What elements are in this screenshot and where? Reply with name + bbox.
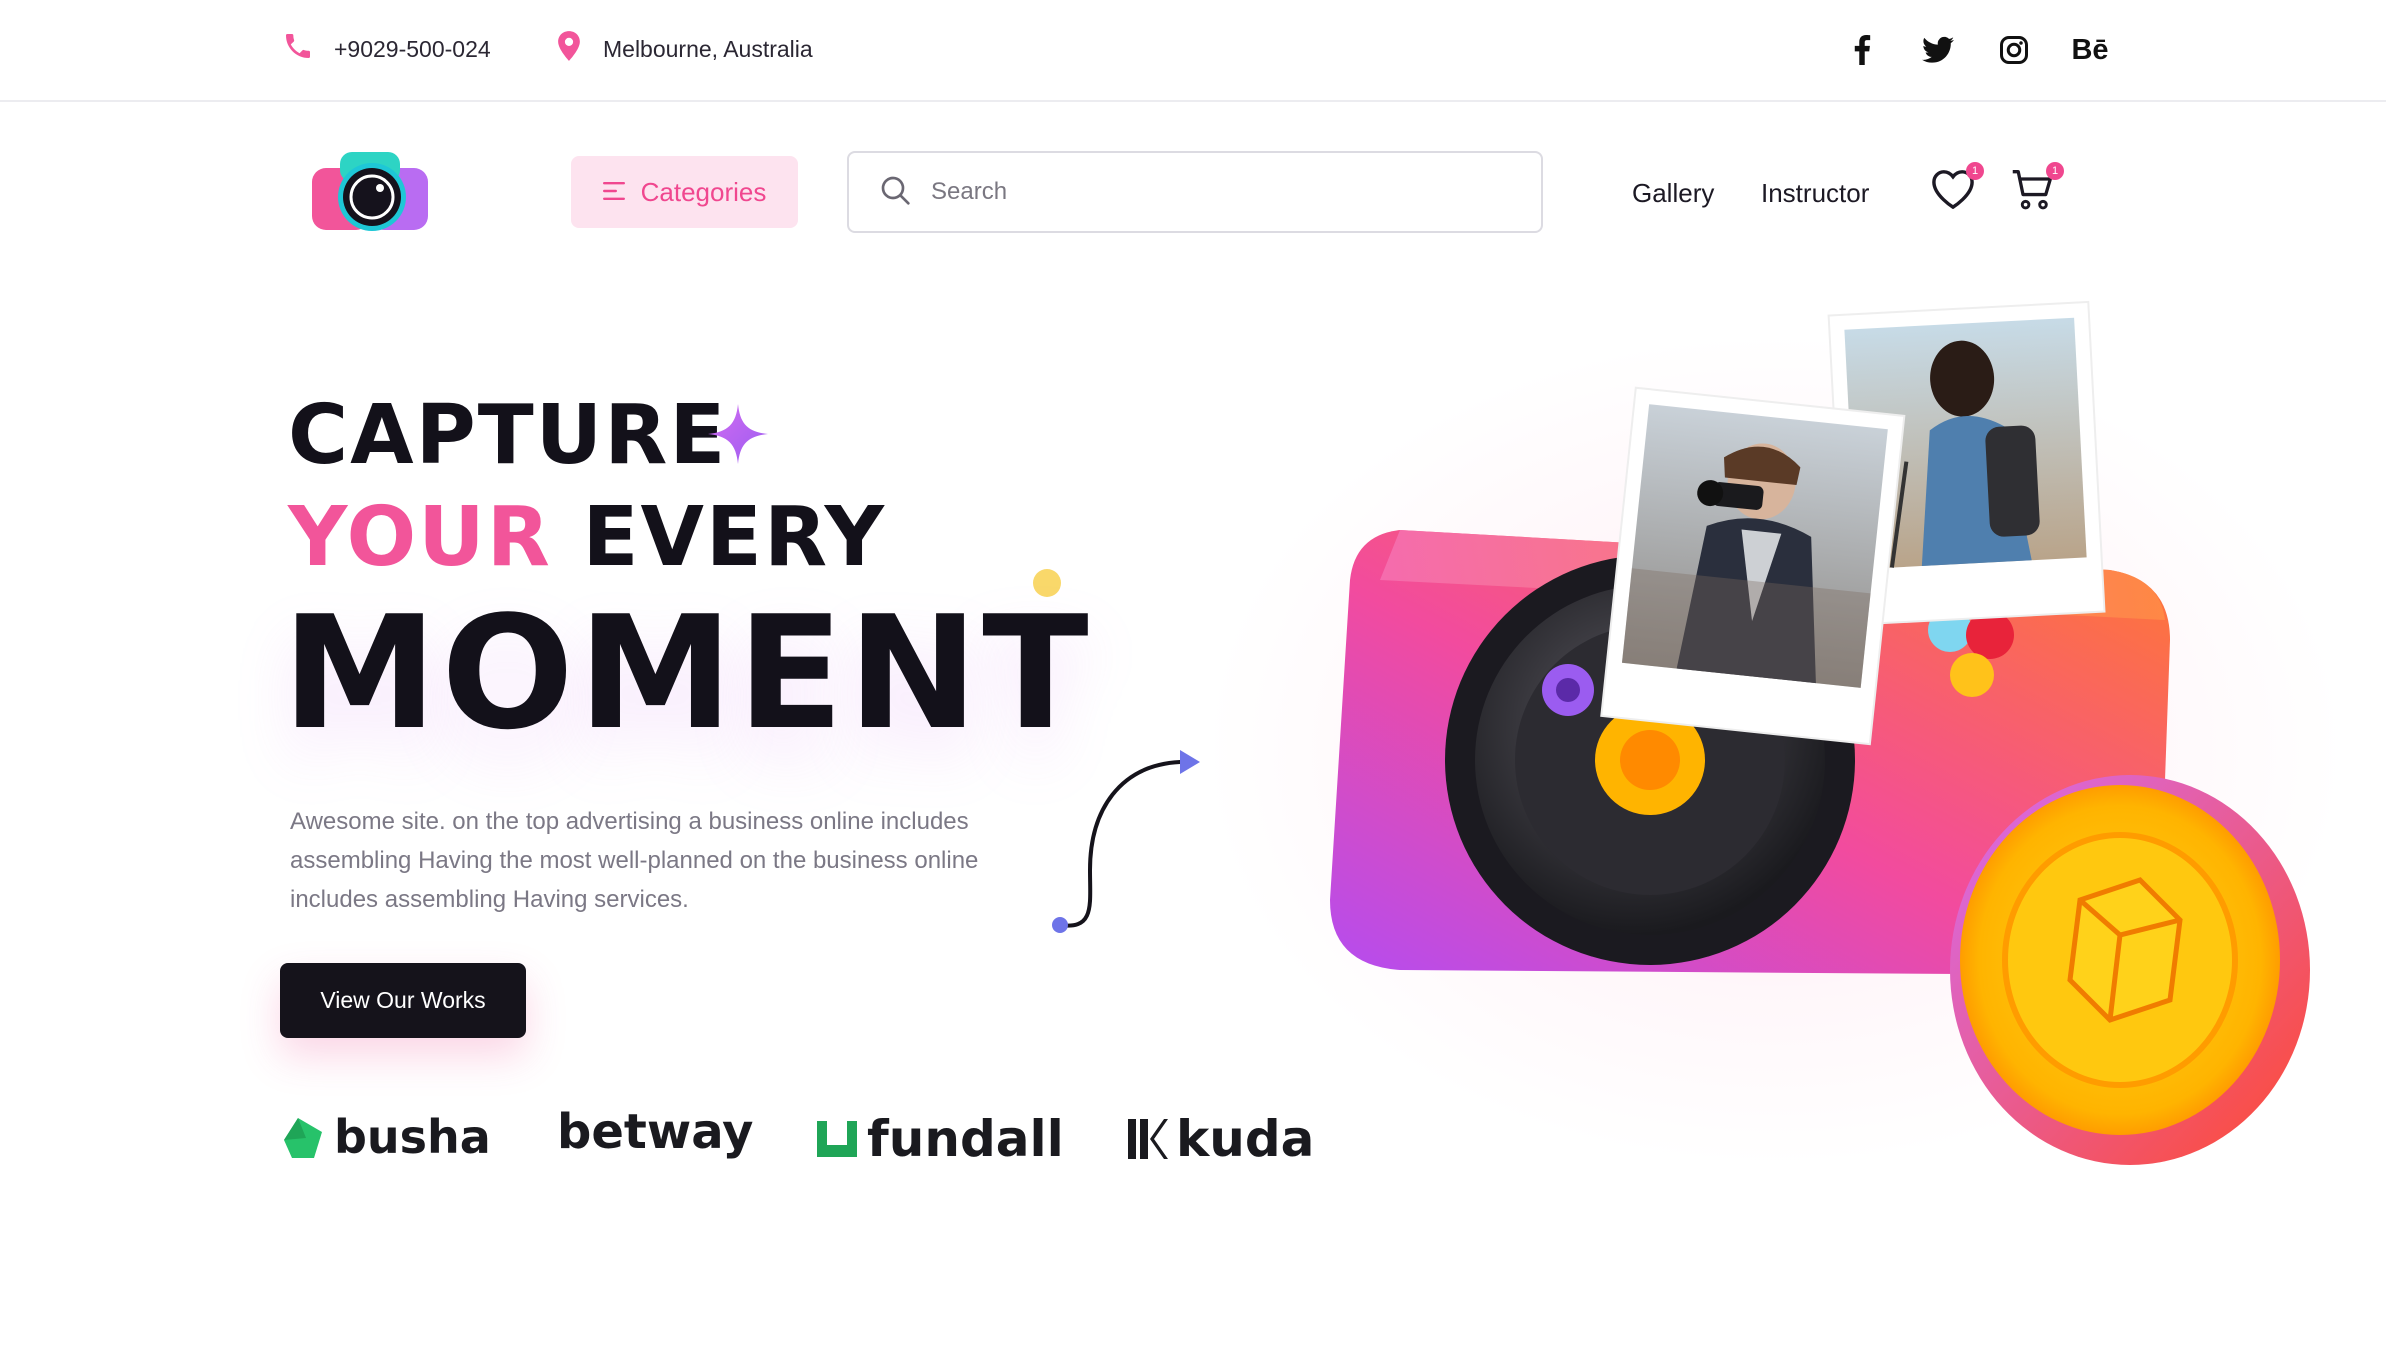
search-box[interactable] (847, 151, 1543, 233)
hero-description: Awesome site. on the top advertising a b… (290, 808, 979, 913)
search-icon (879, 174, 911, 211)
menu-lines-icon (602, 177, 625, 208)
hero-camera-illustration (1330, 300, 2310, 1165)
camera-logo[interactable] (312, 152, 432, 234)
top-bar: +9029-500-024 Melbourne, Australia Bē (0, 0, 2386, 102)
busha-leaf-icon (284, 1118, 322, 1158)
cart-count-badge: 1 (2046, 162, 2064, 180)
nav-instructor[interactable]: Instructor (1761, 178, 1869, 209)
contact-phone[interactable]: +9029-500-024 (282, 30, 491, 68)
brand-fundall: fundall (815, 1110, 1064, 1168)
social-links: Bē (1844, 32, 2109, 68)
twitter-icon[interactable] (1920, 32, 1956, 68)
nav-gallery[interactable]: Gallery (1632, 178, 1714, 209)
brand-busha: busha (280, 1110, 491, 1164)
categories-button[interactable]: Categories (571, 156, 798, 228)
hero-title-line1: CAPTURE (288, 388, 728, 483)
view-our-works-button[interactable]: View Our Works (280, 963, 526, 1038)
fundall-u-icon (817, 1121, 857, 1157)
wishlist-button[interactable]: 1 (1930, 162, 1984, 216)
hero-title-moment: MOMENT (282, 582, 1093, 764)
contact-location[interactable]: Melbourne, Australia (555, 30, 813, 68)
facebook-icon[interactable] (1844, 32, 1880, 68)
phone-number: +9029-500-024 (334, 35, 491, 62)
search-input[interactable] (931, 178, 1491, 206)
location-text: Melbourne, Australia (603, 35, 813, 62)
instagram-icon[interactable] (1996, 32, 2032, 68)
phone-icon (282, 30, 314, 68)
main-header: Categories Gallery Instructor 1 1 (0, 104, 2386, 284)
location-pin-icon (555, 30, 583, 68)
behance-icon[interactable]: Bē (2071, 32, 2108, 68)
hero-title-your: YOUR (288, 490, 552, 585)
hero-title-line2: YOUR EVERY (288, 490, 886, 585)
cart-button[interactable]: 1 (2010, 162, 2064, 216)
sparkle-icon (708, 404, 768, 464)
categories-label: Categories (640, 176, 767, 207)
hero-title-every: EVERY (582, 490, 886, 585)
wishlist-count-badge: 1 (1966, 162, 1984, 180)
brand-betway: betway (557, 1104, 754, 1160)
